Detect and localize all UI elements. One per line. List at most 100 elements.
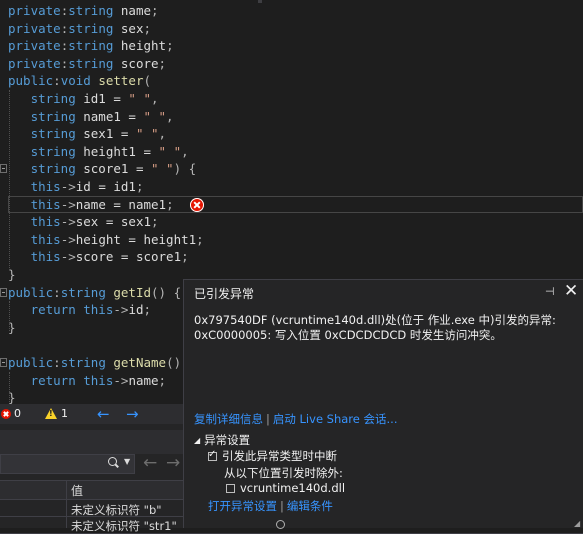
code-token: (): [166, 355, 182, 370]
open-exception-settings-link[interactable]: 打开异常设置: [208, 499, 277, 513]
code-token: string: [68, 20, 114, 36]
next-arrow-icon[interactable]: →: [126, 405, 139, 423]
code-token: public: [8, 73, 54, 89]
back-arrow-icon[interactable]: ←: [143, 453, 157, 473]
code-line[interactable]: this->height = height1;: [8, 231, 204, 249]
code-line[interactable]: string height1 = " ",: [8, 143, 189, 161]
code-token: public: [8, 355, 54, 370]
fold-toggle-icon[interactable]: [0, 164, 7, 173]
section-title: 异常设置: [204, 433, 251, 447]
code-token: private: [8, 20, 61, 36]
code-line[interactable]: private:string name;: [8, 2, 159, 20]
edit-conditions-link[interactable]: 编辑条件: [287, 499, 333, 513]
code-token: ->: [60, 214, 76, 230]
code-token: ,: [158, 126, 167, 142]
warning-count-icon[interactable]: [45, 408, 57, 419]
code-token: public: [8, 284, 54, 300]
code-line[interactable]: this->score = score1;: [8, 248, 189, 266]
live-share-link[interactable]: 启动 Live Share 会话...: [273, 412, 398, 426]
code-line[interactable]: this->id = id1;: [8, 178, 144, 196]
code-token: ->: [60, 179, 76, 194]
code-token: ;: [151, 214, 159, 230]
code-token: ;: [135, 179, 144, 194]
code-line[interactable]: public:string getId() {: [8, 284, 181, 302]
exception-error-icon[interactable]: [190, 198, 204, 212]
error-count[interactable]: 0: [14, 407, 21, 420]
code-line[interactable]: public:string getName(): [8, 354, 181, 372]
break-when-thrown-option[interactable]: 引发此异常类型时中断: [208, 448, 337, 464]
current-line-highlight: [8, 196, 583, 213]
code-token: " ": [158, 143, 182, 159]
code-token: :: [53, 284, 61, 300]
code-token: ;: [181, 249, 189, 265]
warning-count[interactable]: 1: [61, 407, 68, 420]
break-when-thrown-checkbox[interactable]: [208, 449, 217, 461]
code-token: " ": [151, 161, 174, 177]
code-line[interactable]: string name1 = " ",: [8, 108, 174, 126]
copy-details-link[interactable]: 复制详细信息: [194, 412, 263, 426]
code-token: height: [113, 38, 167, 54]
exception-message-line2: 0xC0000005: 写入位置 0xCDCDCDCD 时发生访问冲突。: [194, 328, 502, 342]
code-token: id: [128, 302, 144, 318]
code-token: string: [60, 355, 106, 370]
value-column-header[interactable]: 值: [71, 482, 83, 499]
resize-grip-icon[interactable]: ◢: [574, 519, 580, 528]
fold-toggle-icon[interactable]: [0, 358, 7, 367]
pin-icon[interactable]: ⊣: [545, 285, 555, 298]
popup-actions: 复制详细信息 | 启动 Live Share 会话...: [194, 411, 397, 427]
code-token: ,: [166, 108, 174, 124]
previous-arrow-icon[interactable]: ←: [97, 405, 110, 423]
indent-guide: [9, 301, 10, 331]
fold-toggle-icon[interactable]: [0, 288, 7, 297]
code-token: private: [8, 3, 61, 18]
code-token: this: [75, 302, 114, 318]
code-token: (: [143, 73, 152, 89]
chevron-down-icon[interactable]: ▼: [124, 457, 130, 466]
code-line[interactable]: string id1 = " ",: [8, 90, 159, 108]
code-token: name1 =: [75, 108, 144, 124]
code-line[interactable]: return this->id;: [8, 301, 151, 319]
code-token: " ": [143, 108, 167, 124]
code-token: sex = sex1: [75, 214, 152, 230]
code-token: ;: [158, 372, 167, 388]
code-line[interactable]: string score1 = " ") {: [8, 160, 197, 178]
code-line[interactable]: string sex1 = " ",: [8, 125, 166, 143]
code-token: ;: [166, 38, 174, 54]
code-token: ;: [151, 3, 159, 18]
code-token: id1 =: [75, 91, 129, 106]
code-token: ;: [158, 55, 167, 71]
collapse-triangle-icon[interactable]: ◢: [194, 436, 200, 445]
code-line[interactable]: public:void setter(: [8, 72, 151, 90]
scrollbar-indicator: [258, 0, 262, 3]
code-line[interactable]: private:string height;: [8, 37, 174, 55]
code-token: getName: [105, 355, 167, 370]
error-count-icon[interactable]: [1, 409, 11, 419]
code-line[interactable]: this->sex = sex1;: [8, 213, 159, 231]
code-token: ->: [60, 249, 76, 265]
code-token: private: [8, 38, 61, 54]
code-token: ,: [181, 143, 189, 159]
code-line[interactable]: private:string sex;: [8, 20, 151, 38]
code-token: height = height1: [75, 231, 197, 247]
module-exception-checkbox[interactable]: [226, 484, 235, 493]
code-token: " ": [135, 126, 159, 142]
code-token: void: [60, 73, 91, 89]
code-token: setter: [90, 73, 144, 89]
exception-settings-section[interactable]: ◢ 异常设置: [194, 432, 250, 448]
code-line[interactable]: return this->name;: [8, 372, 167, 390]
close-icon[interactable]: ✕: [564, 281, 578, 301]
code-line[interactable]: private:string score;: [8, 55, 166, 73]
module-exception-option[interactable]: vcruntime140d.dll: [226, 481, 345, 495]
search-icon[interactable]: [108, 457, 117, 466]
code-token: this: [30, 231, 61, 247]
code-token: string: [30, 91, 76, 106]
forward-arrow-icon[interactable]: →: [166, 453, 180, 473]
code-token: ->: [60, 231, 76, 247]
module-exception-label: vcruntime140d.dll: [240, 481, 346, 495]
popup-settings-links: 打开异常设置 | 编辑条件: [208, 498, 333, 514]
